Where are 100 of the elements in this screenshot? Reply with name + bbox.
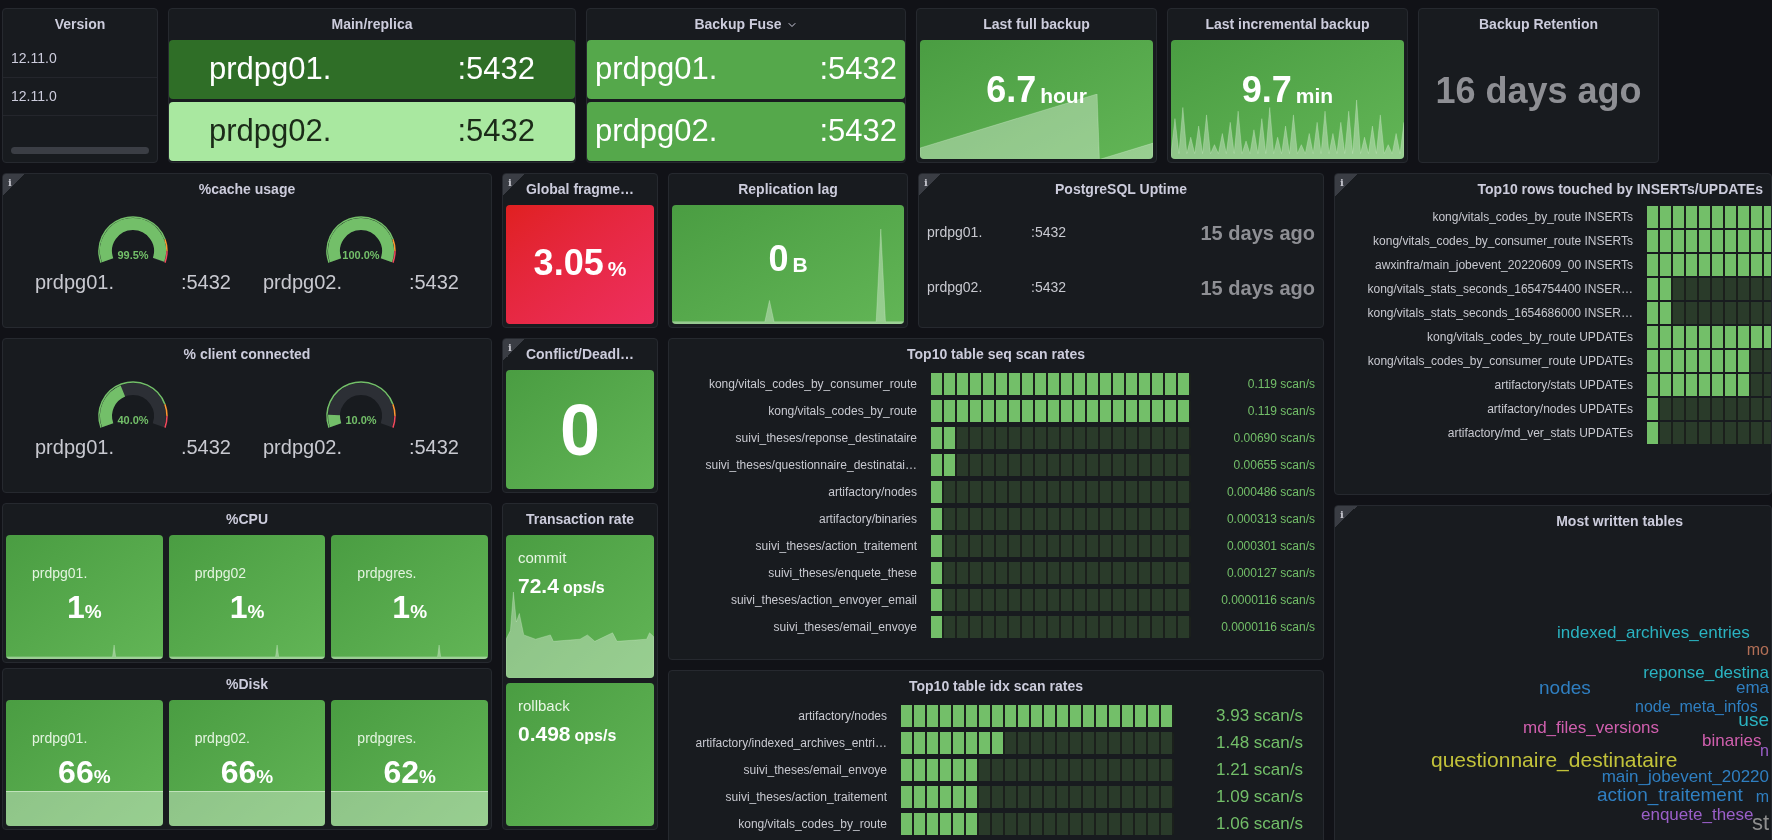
host-name: prdpg02. — [927, 278, 984, 297]
stat-value: 66 — [58, 753, 94, 792]
panel-title: % client connected — [183, 345, 311, 364]
stat-value: 62 — [383, 753, 419, 792]
host-name: prdpgres. — [357, 729, 417, 748]
host-port: :5432 — [457, 112, 535, 151]
host-port: :5432 — [180, 270, 231, 295]
host-port: :5432 — [408, 270, 459, 295]
stat-unit: hour — [1040, 82, 1087, 109]
word-cloud-term: questionnaire_destinataire — [1431, 749, 1678, 770]
panel-title: %cache usage — [198, 180, 296, 199]
rate-reading: 0.0000116 scan/s — [1220, 591, 1315, 609]
word-cloud-term: indexed_archives_entries — [1557, 624, 1750, 641]
row-label: awxinfra/main_jobevent_20220609_00 INSERTs — [1374, 257, 1633, 274]
word-cloud-term: node_meta_infos — [1635, 699, 1758, 715]
info-icon[interactable]: i — [1335, 174, 1357, 196]
row-label: kong/vitals_codes_by_route — [767, 402, 917, 420]
host-name: prdpg01. — [35, 270, 114, 295]
host-port: :5432 — [408, 435, 459, 460]
host-name: prdpg02. — [263, 270, 342, 295]
stat-value: 72.4 — [518, 572, 559, 599]
uptime-value: 15 days ago — [1200, 275, 1315, 301]
table-cell-text: 12.11.0 — [11, 49, 57, 68]
row-label: artifactory/md_ver_stats UPDATEs — [1446, 425, 1633, 442]
row-label: kong/vitals_stats_seconds_1654686000 INSER… — [1366, 305, 1633, 322]
rate-reading: 0.000301 scan/s — [1225, 537, 1315, 555]
rate-reading: 0.119 scan/s — [1246, 375, 1315, 393]
panel-title: Last incremental backup — [1205, 15, 1370, 34]
stat-value: 1 — [229, 588, 248, 627]
rate-reading: 1.09 scan/s — [1215, 785, 1303, 808]
panel-title: Conflict/Deadl… — [525, 345, 635, 364]
stat-value: 6.7 — [986, 67, 1037, 112]
panel-title: Main/replica — [331, 15, 413, 34]
row-label: suivi_theses/action_envoyer_email — [729, 591, 917, 609]
panel-title: Last full backup — [983, 15, 1090, 34]
row-label: suivi_theses/enquete_these — [767, 564, 917, 582]
series-name: rollback — [518, 696, 571, 716]
host-port: :5432 — [819, 50, 897, 89]
row-label: kong/vitals_codes_by_consumer_route — [707, 375, 917, 393]
stat-value: 3.05 — [533, 240, 604, 285]
row-label: artifactory/stats UPDATEs — [1493, 377, 1633, 394]
row-label: suivi_theses/action_traitement — [724, 788, 887, 806]
stat-unit: % — [410, 601, 428, 624]
word-cloud-term: reponse_destina — [1643, 664, 1769, 681]
stat-unit: % — [84, 601, 102, 624]
gauge-reading: 10.0% — [344, 412, 378, 428]
stat-unit: min — [1295, 82, 1334, 109]
info-icon[interactable]: i — [503, 339, 525, 361]
panel-title: Top10 table idx scan rates — [909, 677, 1083, 696]
host-port: :5432 — [819, 112, 897, 151]
stat-value: 0 — [768, 236, 789, 281]
panel-title: PostgreSQL Uptime — [1055, 180, 1187, 199]
rate-reading: 0.000313 scan/s — [1225, 510, 1315, 528]
row-label: kong/vitals_codes_by_route INSERTs — [1431, 209, 1633, 226]
host-name: prdpgres. — [357, 564, 417, 583]
host-name: prdpg01. — [927, 223, 984, 242]
info-icon[interactable]: i — [919, 174, 941, 196]
rate-reading: 1.48 scan/s — [1215, 731, 1303, 754]
host-port: :5432 — [457, 50, 535, 89]
row-label: artifactory/binaries — [817, 510, 917, 528]
panel-title: Top10 rows touched by INSERTs/UPDATEs — [1477, 180, 1763, 199]
panel-title: %Disk — [226, 675, 268, 694]
table-cell-text: 12.11.0 — [11, 87, 57, 106]
host-name: prdpg02. — [263, 435, 342, 460]
rate-reading: 3.93 scan/s — [1215, 704, 1303, 727]
word-cloud-term: action_traitement — [1597, 785, 1743, 804]
host-name: prdpg02. — [595, 112, 718, 151]
row-label: suivi_theses/reponse_destinataire — [734, 429, 917, 447]
word-cloud-term: nodes — [1539, 678, 1591, 697]
info-icon[interactable]: i — [3, 174, 25, 196]
word-cloud-term: mo — [1746, 642, 1769, 658]
host-port: :5432 — [1031, 278, 1067, 297]
panel-title: Version — [54, 15, 106, 34]
host-name: prdpg01. — [595, 50, 718, 89]
row-label: kong/vitals_codes_by_consumer_route INSERTs — [1372, 233, 1633, 250]
gauge-reading: 100.0% — [341, 247, 381, 263]
word-cloud-term: binaries — [1702, 732, 1762, 749]
info-icon[interactable]: i — [1335, 506, 1357, 528]
panel-title: Global fragme… — [525, 180, 635, 199]
word-cloud-term: m — [1755, 789, 1769, 805]
word-cloud-term: n — [1760, 743, 1769, 759]
stat-value: 0.498 — [518, 720, 571, 747]
row-label: suivi_theses/email_envoye — [742, 761, 887, 779]
panel-title: Transaction rate — [525, 510, 635, 529]
stat-unit: B — [792, 251, 808, 278]
gauge-reading: 99.5% — [116, 247, 150, 263]
panel-title: Backup Fuse — [694, 15, 782, 34]
scrollbar[interactable] — [11, 147, 149, 154]
rate-reading: 0.00690 scan/s — [1232, 429, 1315, 447]
rate-reading: 0.0000116 scan/s — [1220, 618, 1315, 636]
host-name: prdpg02. — [209, 112, 332, 151]
row-label: kong/vitals_codes_by_consumer_route UPDATEs — [1366, 353, 1633, 370]
row-label: suivi_theses/email_envoye — [772, 618, 917, 636]
row-label: kong/vitals_stats_seconds_1654754400 INSER… — [1366, 281, 1633, 298]
host-name: prdpg01. — [32, 729, 88, 748]
rate-reading: 0.000486 scan/s — [1225, 483, 1315, 501]
row-label: kong/vitals_codes_by_route UPDATEs — [1426, 329, 1633, 346]
stat-unit: % — [256, 766, 274, 789]
rate-reading: 0.119 scan/s — [1246, 402, 1315, 420]
info-icon[interactable]: i — [503, 174, 525, 196]
